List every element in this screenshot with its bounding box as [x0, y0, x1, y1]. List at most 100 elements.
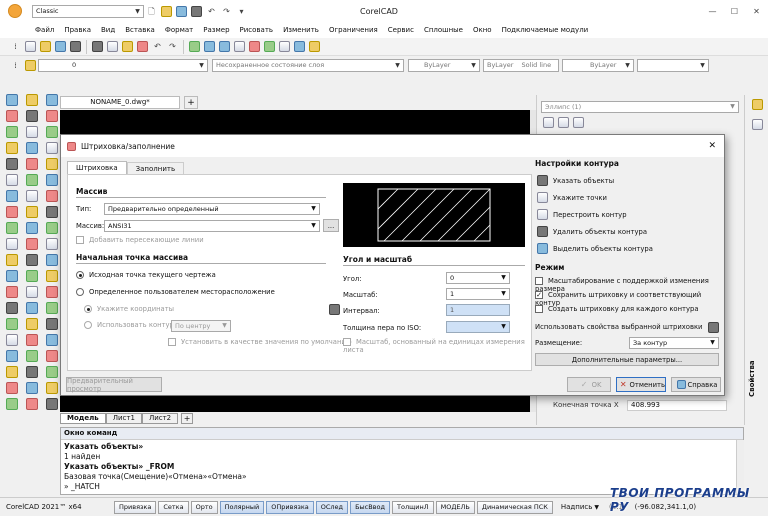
boundary-item[interactable]: Указать объекты: [535, 172, 721, 189]
new-file-icon[interactable]: 🗋: [146, 6, 157, 17]
save-icon[interactable]: [176, 5, 187, 17]
draw-tool-icon[interactable]: [5, 350, 18, 362]
dimension-tool-icon[interactable]: [45, 366, 58, 378]
dimension-tool-icon[interactable]: [45, 286, 58, 298]
boundary-item[interactable]: Перестроить контур: [535, 206, 721, 223]
draw-tool-icon[interactable]: [5, 366, 18, 378]
layer-manager-icon[interactable]: [25, 59, 36, 71]
linetype-combo[interactable]: ByLayer Solid line: [483, 58, 559, 72]
draw-tool-icon[interactable]: [5, 158, 18, 170]
draw-tool-icon[interactable]: [5, 222, 18, 234]
status-toggle[interactable]: МОДЕЛЬ: [435, 500, 475, 514]
preview-button[interactable]: Предварительный просмотр: [66, 377, 162, 393]
modify-tool-icon[interactable]: [25, 382, 38, 394]
draw-tool-icon[interactable]: [5, 382, 18, 394]
print-icon[interactable]: [70, 41, 81, 52]
modify-tool-icon[interactable]: [25, 286, 38, 298]
menu-item[interactable]: Вставка: [125, 26, 155, 34]
layer-combo[interactable]: 0 ▼: [38, 58, 208, 72]
select-icon[interactable]: [558, 117, 569, 128]
dimension-tool-icon[interactable]: [45, 302, 58, 314]
zoom-window-icon[interactable]: [219, 41, 230, 52]
modify-tool-icon[interactable]: [25, 222, 38, 234]
new-tab-button[interactable]: +: [184, 95, 198, 109]
draw-tool-icon[interactable]: [5, 126, 18, 138]
more-options-button[interactable]: Дополнительные параметры...: [535, 353, 719, 366]
open-file-icon[interactable]: [161, 5, 172, 17]
selection-combo[interactable]: Эллипс (1) ▼: [541, 101, 739, 113]
associative-checkbox[interactable]: ✓ Сохранить штриховку и соответствующий к…: [535, 291, 721, 307]
placement-combo[interactable]: За контур ▼: [629, 337, 719, 349]
dimension-tool-icon[interactable]: [45, 382, 58, 394]
dimension-tool-icon[interactable]: [45, 238, 58, 250]
tab-hatch[interactable]: Штриховка: [67, 161, 127, 174]
menu-item[interactable]: Ограничения: [329, 26, 378, 34]
status-toggle[interactable]: Полярный: [219, 500, 265, 514]
property-value[interactable]: 408.993: [627, 399, 727, 411]
modify-tool-icon[interactable]: [25, 206, 38, 218]
match-properties-icon[interactable]: [137, 41, 148, 52]
menu-item[interactable]: Окно: [473, 26, 492, 34]
draw-tool-icon[interactable]: [5, 94, 18, 106]
modify-tool-icon[interactable]: [25, 110, 38, 122]
cancel-button[interactable]: ✕ Отменить: [616, 377, 666, 392]
dimension-tool-icon[interactable]: [45, 334, 58, 346]
modify-tool-icon[interactable]: [25, 158, 38, 170]
status-toggle[interactable]: ТолщинЛ: [392, 500, 434, 514]
dimension-tool-icon[interactable]: [45, 350, 58, 362]
design-resources-icon[interactable]: [279, 41, 290, 52]
draw-tool-icon[interactable]: [5, 286, 18, 298]
annotation-scale[interactable]: Надпись ▼: [561, 503, 599, 511]
print-icon[interactable]: [191, 5, 202, 17]
save-icon[interactable]: [55, 41, 66, 52]
zoom-icon[interactable]: [204, 41, 215, 52]
status-toggle[interactable]: Привязка: [114, 500, 157, 514]
boundary-item[interactable]: Укажите точки: [535, 189, 721, 206]
menu-item[interactable]: Изменить: [283, 26, 319, 34]
design-resources-icon[interactable]: [752, 119, 763, 130]
pan-icon[interactable]: [189, 41, 200, 52]
dimension-tool-icon[interactable]: [45, 270, 58, 282]
modify-tool-icon[interactable]: [25, 302, 38, 314]
maximize-icon[interactable]: ☐: [729, 6, 740, 17]
properties-icon[interactable]: [264, 41, 275, 52]
pick-point-icon[interactable]: [329, 304, 340, 315]
dimension-tool-icon[interactable]: [45, 110, 58, 122]
undo-icon[interactable]: ↶: [152, 41, 163, 52]
status-toggle[interactable]: Динамическая ПСК: [476, 500, 553, 514]
modify-tool-icon[interactable]: [25, 174, 38, 186]
dimension-tool-icon[interactable]: [45, 158, 58, 170]
modify-tool-icon[interactable]: [25, 94, 38, 106]
dimension-tool-icon[interactable]: [45, 222, 58, 234]
modify-tool-icon[interactable]: [25, 238, 38, 250]
layer-state-combo[interactable]: Несохраненное состояние слоя ▼: [212, 58, 404, 72]
modify-tool-icon[interactable]: [25, 334, 38, 346]
scale-combo[interactable]: 1 ▼: [446, 288, 510, 300]
menu-item[interactable]: Подключаемые модули: [502, 26, 589, 34]
undo-icon[interactable]: ↶: [206, 6, 217, 17]
toggle-pickadd-icon[interactable]: [573, 117, 584, 128]
dimension-tool-icon[interactable]: [45, 142, 58, 154]
menu-item[interactable]: Рисовать: [240, 26, 274, 34]
draw-tool-icon[interactable]: [5, 110, 18, 122]
draw-tool-icon[interactable]: [5, 302, 18, 314]
help-button[interactable]: Справка: [671, 377, 721, 392]
modify-tool-icon[interactable]: [25, 270, 38, 282]
layout-tab-model[interactable]: Модель: [60, 412, 106, 424]
modify-tool-icon[interactable]: [25, 318, 38, 330]
side-tab-properties[interactable]: Свойства: [748, 360, 756, 397]
new-icon[interactable]: [25, 41, 36, 52]
menu-item[interactable]: Размер: [203, 26, 229, 34]
pattern-combo[interactable]: ANSI31 ▼: [104, 220, 320, 232]
menu-item[interactable]: Сплошные: [424, 26, 463, 34]
modify-tool-icon[interactable]: [25, 190, 38, 202]
inherit-properties-icon[interactable]: [708, 321, 719, 333]
menu-item[interactable]: Вид: [101, 26, 115, 34]
annotative-checkbox[interactable]: Масштабирование с поддержкой изменения р…: [535, 277, 721, 293]
status-toggle[interactable]: ОПривязка: [266, 500, 314, 514]
quick-select-icon[interactable]: [543, 117, 554, 128]
dimension-tool-icon[interactable]: [45, 174, 58, 186]
zoom-fit-icon[interactable]: [249, 41, 260, 52]
menu-item[interactable]: Правка: [64, 26, 91, 34]
cut-icon[interactable]: [92, 41, 103, 52]
